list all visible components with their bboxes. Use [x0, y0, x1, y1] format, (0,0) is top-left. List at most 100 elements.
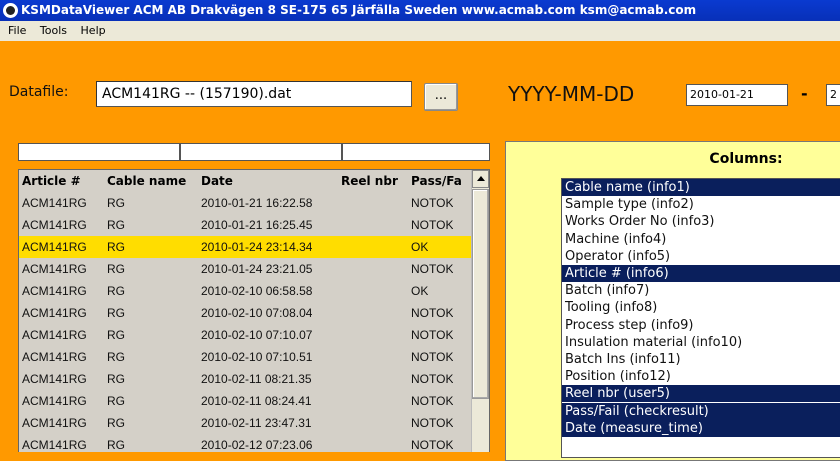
- column-option[interactable]: Batch Ins (info11): [562, 351, 840, 368]
- cell-cable-name: RG: [107, 328, 125, 342]
- table-row[interactable]: ACM141RG RG 2010-01-24 23:21.05 NOTOK: [19, 258, 471, 280]
- cell-date: 2010-02-12 07:23.06: [201, 438, 313, 452]
- table-row[interactable]: ACM141RG RG 2010-02-10 07:08.04 NOTOK: [19, 302, 471, 324]
- app-icon: [3, 3, 18, 18]
- cell-article: ACM141RG: [22, 350, 87, 364]
- cell-date: 2010-02-11 23:47.31: [201, 416, 312, 430]
- cell-cable-name: RG: [107, 438, 125, 452]
- cell-date: 2010-02-11 08:21.35: [201, 372, 312, 386]
- cell-cable-name: RG: [107, 284, 125, 298]
- filter-input-article[interactable]: [18, 143, 180, 161]
- table-row[interactable]: ACM141RG RG 2010-02-10 07:10.51 NOTOK: [19, 346, 471, 368]
- datafile-input[interactable]: ACM141RG -- (157190).dat: [96, 81, 412, 107]
- table-row[interactable]: ACM141RG RG 2010-02-12 07:23.06 NOTOK: [19, 434, 471, 452]
- menu-file[interactable]: File: [4, 21, 30, 41]
- column-option[interactable]: Batch (info7): [562, 282, 840, 299]
- cell-article: ACM141RG: [22, 394, 87, 408]
- cell-pass-fail: NOTOK: [411, 262, 454, 276]
- table-row[interactable]: ACM141RG RG 2010-01-21 16:22.58 NOTOK: [19, 192, 471, 214]
- column-option[interactable]: Article # (info6): [562, 265, 840, 282]
- cell-pass-fail: NOTOK: [411, 372, 454, 386]
- cell-article: ACM141RG: [22, 438, 87, 452]
- date-to-input[interactable]: 2: [826, 84, 840, 106]
- column-option[interactable]: Process step (info9): [562, 317, 840, 334]
- cell-pass-fail: NOTOK: [411, 394, 454, 408]
- datafile-label: Datafile:: [9, 84, 69, 100]
- cell-date: 2010-02-10 07:10.07: [201, 328, 313, 342]
- cell-cable-name: RG: [107, 196, 125, 210]
- window-title: KSMDataViewer ACM AB Drakvägen 8 SE-175 …: [21, 3, 697, 17]
- header-reel-nbr[interactable]: Reel nbr: [341, 174, 409, 188]
- cell-pass-fail: OK: [411, 240, 429, 254]
- column-option[interactable]: Works Order No (info3): [562, 213, 840, 230]
- column-option[interactable]: Insulation material (info10): [562, 334, 840, 351]
- grid-scrollbar[interactable]: [471, 170, 489, 452]
- table-row[interactable]: ACM141RG RG 2010-02-11 23:47.31 NOTOK: [19, 412, 471, 434]
- cell-pass-fail: NOTOK: [411, 218, 454, 232]
- cell-article: ACM141RG: [22, 328, 87, 342]
- table-row[interactable]: ACM141RG RG 2010-02-11 08:24.41 NOTOK: [19, 390, 471, 412]
- data-grid[interactable]: Article # Cable name Date Reel nbr Pass/…: [18, 169, 490, 452]
- cell-article: ACM141RG: [22, 284, 87, 298]
- cell-cable-name: RG: [107, 306, 125, 320]
- table-row[interactable]: ACM141RG RG 2010-01-24 23:14.34 OK: [19, 236, 471, 258]
- cell-cable-name: RG: [107, 240, 125, 254]
- table-row[interactable]: ACM141RG RG 2010-02-10 07:10.07 NOTOK: [19, 324, 471, 346]
- cell-pass-fail: OK: [411, 284, 429, 298]
- columns-panel: Columns: Cable name (info1) Sample type (…: [505, 141, 840, 461]
- grid-header: Article # Cable name Date Reel nbr Pass/…: [19, 170, 471, 192]
- column-option[interactable]: Pass/Fail (checkresult): [562, 402, 840, 420]
- cell-article: ACM141RG: [22, 240, 87, 254]
- cell-pass-fail: NOTOK: [411, 350, 454, 364]
- columns-list[interactable]: Cable name (info1) Sample type (info2) Wor…: [561, 178, 840, 458]
- cell-article: ACM141RG: [22, 372, 87, 386]
- browse-button[interactable]: ...: [424, 83, 458, 111]
- cell-article: ACM141RG: [22, 306, 87, 320]
- cell-date: 2010-01-24 23:21.05: [201, 262, 313, 276]
- cell-cable-name: RG: [107, 262, 125, 276]
- scroll-up-arrow-icon[interactable]: [472, 170, 489, 188]
- cell-pass-fail: NOTOK: [411, 328, 454, 342]
- table-row[interactable]: ACM141RG RG 2010-01-21 16:25.45 NOTOK: [19, 214, 471, 236]
- header-date[interactable]: Date: [201, 174, 233, 188]
- cell-article: ACM141RG: [22, 416, 87, 430]
- cell-pass-fail: NOTOK: [411, 416, 454, 430]
- cell-cable-name: RG: [107, 350, 125, 364]
- column-option[interactable]: Position (info12): [562, 368, 840, 385]
- cell-date: 2010-02-11 08:24.41: [201, 394, 312, 408]
- cell-article: ACM141RG: [22, 262, 87, 276]
- date-from-input[interactable]: 2010-01-21: [686, 84, 788, 106]
- column-option[interactable]: Sample type (info2): [562, 196, 840, 213]
- filter-input-date[interactable]: [342, 143, 490, 161]
- column-option[interactable]: Machine (info4): [562, 231, 840, 248]
- cell-date: 2010-01-24 23:14.34: [201, 240, 313, 254]
- column-option[interactable]: Date (measure_time): [562, 419, 840, 437]
- table-row[interactable]: ACM141RG RG 2010-02-11 08:21.35 NOTOK: [19, 368, 471, 390]
- cell-cable-name: RG: [107, 372, 125, 386]
- table-row[interactable]: ACM141RG RG 2010-02-10 06:58.58 OK: [19, 280, 471, 302]
- cell-date: 2010-02-10 06:58.58: [201, 284, 313, 298]
- header-pass-fail[interactable]: Pass/Fa: [411, 174, 469, 188]
- menu-bar: File Tools Help: [0, 21, 840, 41]
- title-bar: KSMDataViewer ACM AB Drakvägen 8 SE-175 …: [0, 0, 840, 21]
- header-article[interactable]: Article #: [22, 174, 81, 188]
- cell-article: ACM141RG: [22, 218, 87, 232]
- cell-date: 2010-01-21 16:22.58: [201, 196, 313, 210]
- header-cable-name[interactable]: Cable name: [107, 174, 186, 188]
- scroll-thumb[interactable]: [472, 189, 489, 399]
- cell-pass-fail: NOTOK: [411, 196, 454, 210]
- menu-tools[interactable]: Tools: [36, 21, 71, 41]
- column-option[interactable]: Cable name (info1): [562, 179, 840, 196]
- column-option[interactable]: Reel nbr (user5): [562, 385, 840, 403]
- cell-article: ACM141RG: [22, 196, 87, 210]
- date-format-label: YYYY-MM-DD: [508, 82, 635, 106]
- cell-date: 2010-02-10 07:08.04: [201, 306, 313, 320]
- cell-pass-fail: NOTOK: [411, 438, 454, 452]
- cell-cable-name: RG: [107, 416, 125, 430]
- date-separator: -: [801, 84, 808, 103]
- column-option[interactable]: Operator (info5): [562, 248, 840, 265]
- column-option[interactable]: Tooling (info8): [562, 299, 840, 316]
- menu-help[interactable]: Help: [77, 21, 110, 41]
- filter-input-cable[interactable]: [180, 143, 342, 161]
- cell-date: 2010-01-21 16:25.45: [201, 218, 313, 232]
